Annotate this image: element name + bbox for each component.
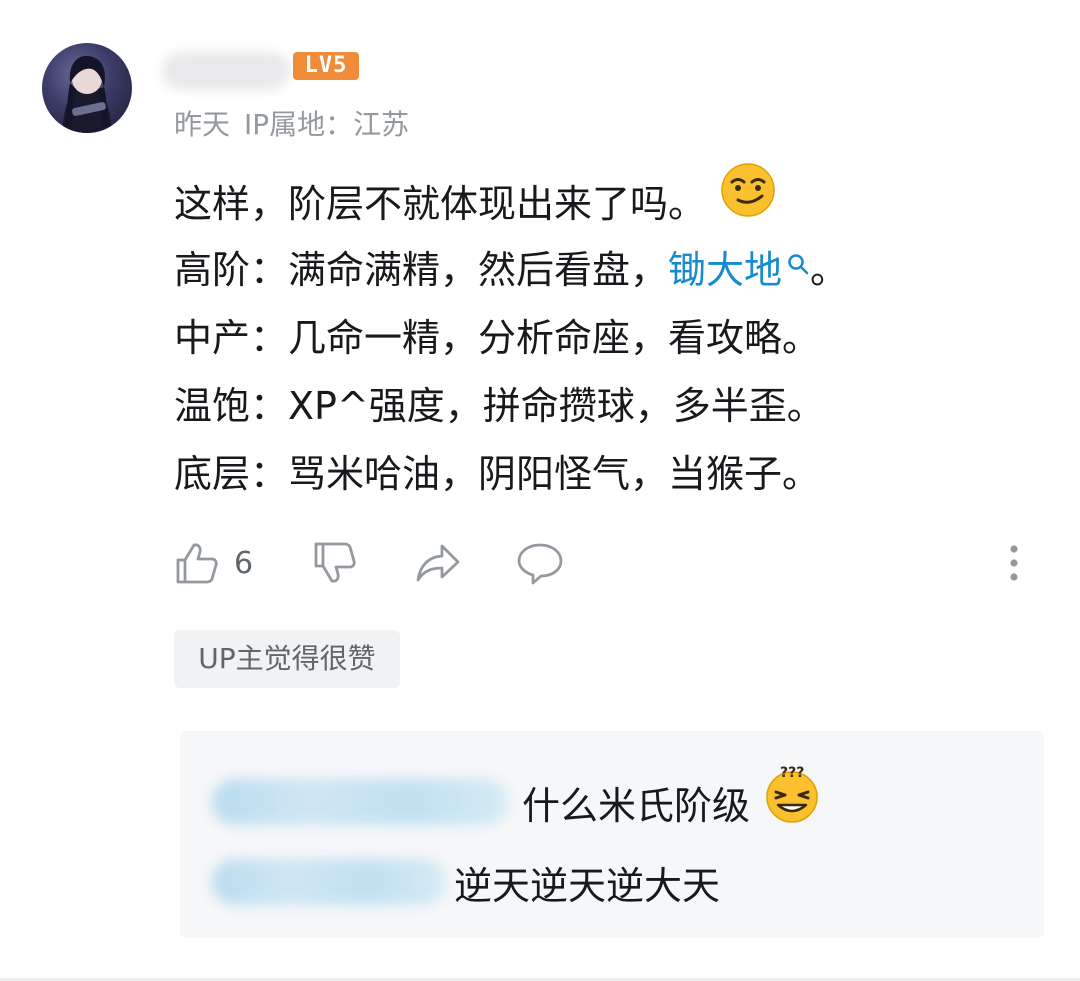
user-avatar[interactable]	[42, 43, 132, 133]
keyword-link-text: 锄大地	[668, 248, 783, 292]
share-arrow-icon	[416, 544, 460, 582]
comment-content: 这样，阶层不就体现出来了吗。 高阶：满命满精，然后看盘，锄大地。 中产：几命一精…	[174, 163, 848, 508]
reply-text: 什么米氏阶级	[522, 783, 751, 828]
share-button[interactable]	[414, 536, 462, 590]
comment-line-2-text: 高阶：满命满精，然后看盘，	[174, 248, 669, 292]
avatar-image	[62, 55, 112, 133]
comment-action-bar: 6	[174, 536, 1034, 590]
dislike-button[interactable]	[312, 536, 358, 590]
replies-box[interactable]: 什么米氏阶级 ??? 逆天逆天逆大天	[180, 731, 1044, 938]
more-vertical-icon	[1010, 545, 1018, 581]
level-badge: LV5	[293, 52, 359, 80]
comment-page: LV5 昨天 IP属地：江苏 这样，阶层不就体现出来了吗。 高阶：满命满精，然后看…	[0, 0, 1080, 981]
search-icon	[786, 229, 810, 297]
thumbs-down-icon	[314, 542, 356, 583]
reply-text: 逆天逆天逆大天	[454, 863, 721, 908]
comment-line-4: 温饱：XP^强度，拼命攒球，多半歪。	[174, 384, 825, 428]
chat-bubble-icon	[517, 543, 563, 585]
comment-line-1-text: 这样，阶层不就体现出来了吗。	[174, 182, 707, 226]
comment-line-1: 这样，阶层不就体现出来了吗。	[174, 163, 848, 236]
comment-line-3: 中产：几命一精，分析命座，看攻略。	[174, 316, 821, 360]
username-blurred[interactable]	[162, 52, 290, 90]
reply-item[interactable]: 什么米氏阶级 ???	[212, 765, 820, 833]
up-liked-tag: UP主觉得很赞	[174, 630, 400, 688]
like-count: 6	[234, 545, 254, 581]
reply-item[interactable]: 逆天逆天逆大天	[212, 851, 720, 913]
keyword-search-link[interactable]: 锄大地	[668, 248, 810, 292]
comment-line-2: 高阶：满命满精，然后看盘，锄大地。	[174, 236, 848, 304]
confused-grin-emoji-icon: ???	[764, 765, 820, 832]
reply-button[interactable]	[516, 536, 564, 590]
svg-text:???: ???	[780, 765, 804, 781]
thumbs-up-icon	[176, 543, 218, 584]
reply-username-blurred[interactable]	[212, 779, 508, 825]
smirk-emoji-icon	[720, 162, 776, 239]
comment-line-5: 底层：骂米哈油，阴阳怪气，当猴子。	[174, 452, 821, 496]
more-options-button[interactable]	[1000, 536, 1028, 590]
comment-time: 昨天	[174, 108, 231, 141]
ip-location: IP属地：江苏	[244, 108, 410, 141]
comment-meta: 昨天 IP属地：江苏	[174, 103, 423, 143]
reply-username-blurred[interactable]	[212, 859, 446, 905]
like-button[interactable]: 6	[174, 536, 253, 590]
comment-line-2-suffix: 。	[810, 248, 849, 292]
